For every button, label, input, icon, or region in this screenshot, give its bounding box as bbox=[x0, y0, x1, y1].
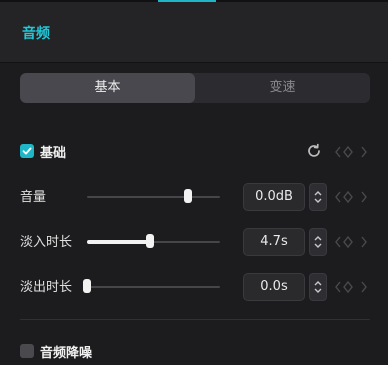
panel-title: 音频 bbox=[22, 26, 50, 42]
fade-out-slider[interactable] bbox=[83, 279, 220, 293]
fade-in-stepper[interactable] bbox=[309, 228, 327, 256]
fade-in-label: 淡入时长 bbox=[20, 235, 73, 250]
stepper-icon bbox=[314, 191, 322, 203]
noise-section-label: 音频降噪 bbox=[40, 346, 93, 361]
reset-icon[interactable] bbox=[306, 143, 322, 159]
check-icon bbox=[22, 147, 32, 155]
slider-thumb[interactable] bbox=[145, 234, 154, 248]
keyframe-nav-arrows-icon[interactable] bbox=[334, 280, 370, 294]
slider-fill bbox=[87, 240, 150, 244]
keyframe-nav-arrows-icon[interactable] bbox=[334, 145, 370, 159]
stepper-icon bbox=[314, 236, 322, 248]
tab-speed[interactable]: 变速 bbox=[195, 73, 370, 103]
tab-basic[interactable]: 基本 bbox=[20, 73, 195, 103]
basic-checkbox[interactable] bbox=[20, 144, 34, 158]
volume-row: 音量 0.0dB bbox=[20, 183, 370, 211]
fade-out-label: 淡出时长 bbox=[20, 280, 73, 295]
fade-out-row: 淡出时长 0.0s bbox=[20, 273, 370, 301]
fade-in-row: 淡入时长 4.7s bbox=[20, 228, 370, 256]
mode-tabs: 基本 变速 bbox=[20, 73, 370, 103]
volume-value[interactable]: 0.0dB bbox=[243, 183, 305, 211]
panel-header: 音频 bbox=[0, 2, 388, 63]
stepper-icon bbox=[314, 281, 322, 293]
slider-track bbox=[87, 286, 220, 288]
basic-section-label: 基础 bbox=[40, 146, 67, 161]
slider-track bbox=[87, 196, 220, 198]
volume-stepper[interactable] bbox=[309, 183, 327, 211]
noise-reduction-checkbox[interactable] bbox=[20, 344, 34, 358]
section-divider bbox=[20, 319, 370, 320]
fade-out-value[interactable]: 0.0s bbox=[243, 273, 305, 301]
fade-in-slider[interactable] bbox=[87, 234, 220, 248]
slider-thumb[interactable] bbox=[184, 189, 193, 203]
fade-out-stepper[interactable] bbox=[309, 273, 327, 301]
keyframe-nav-arrows-icon[interactable] bbox=[334, 190, 370, 204]
volume-label: 音量 bbox=[20, 190, 47, 205]
slider-thumb[interactable] bbox=[83, 279, 91, 293]
volume-slider[interactable] bbox=[87, 189, 220, 203]
fade-in-value[interactable]: 4.7s bbox=[243, 228, 305, 256]
keyframe-nav-arrows-icon[interactable] bbox=[334, 235, 370, 249]
